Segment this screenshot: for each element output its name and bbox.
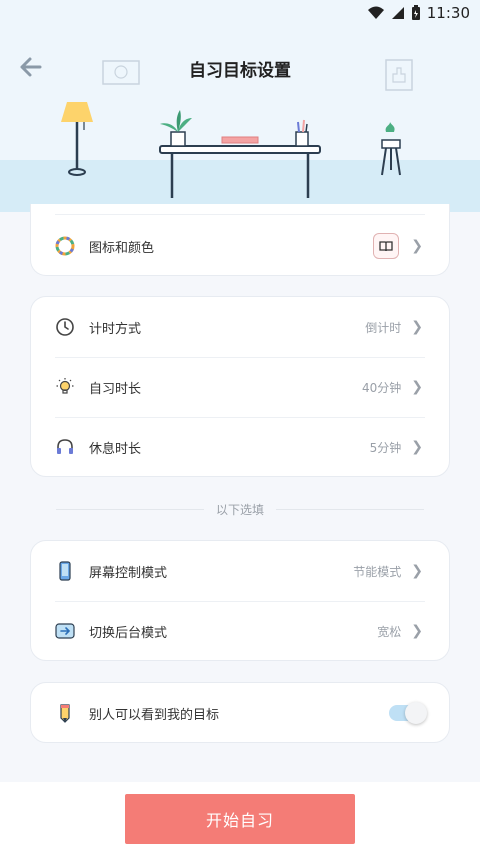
screen-control-label: 屏幕控制模式 (89, 565, 168, 581)
icon-color-card: 图标和颜色 ❯ (30, 204, 450, 276)
break-duration-label: 休息时长 (89, 441, 142, 457)
chevron-right-icon: ❯ (411, 439, 423, 455)
battery-icon (411, 5, 420, 20)
timer-settings-card: 计时方式 倒计时 ❯ 自习时长 40分钟 ❯ 休息时长 5分钟 ❯ (30, 296, 450, 477)
chevron-right-icon: ❯ (411, 319, 423, 335)
timer-mode-row[interactable]: 计时方式 倒计时 ❯ (31, 297, 449, 357)
screen-control-value: 节能模式 (353, 564, 402, 579)
lightbulb-icon (55, 377, 75, 397)
color-wheel-icon (55, 236, 75, 256)
phone-icon (55, 561, 75, 581)
optional-section-divider: 以下选填 (56, 500, 425, 518)
visibility-toggle[interactable] (389, 702, 427, 724)
background-switch-label: 切换后台模式 (89, 625, 168, 641)
plant-stand-icon (385, 122, 395, 132)
selected-book-icon (373, 233, 400, 259)
book-icon (221, 136, 259, 144)
wifi-icon (367, 6, 384, 19)
timer-mode-label: 计时方式 (89, 321, 142, 337)
page-title: 自习目标设置 (189, 61, 291, 81)
potted-plant-icon (170, 131, 186, 147)
cell-signal-icon (391, 7, 404, 19)
visibility-row: 别人可以看到我的目标 (31, 683, 449, 743)
pencil-cup-icon (295, 131, 309, 147)
mode-settings-card: 屏幕控制模式 节能模式 ❯ 切换后台模式 宽松 ❯ (30, 540, 450, 661)
icon-color-label: 图标和颜色 (89, 240, 155, 256)
icon-color-row[interactable]: 图标和颜色 ❯ (31, 216, 449, 276)
background-switch-row[interactable]: 切换后台模式 宽松 ❯ (31, 601, 449, 661)
card-divider (55, 214, 425, 215)
chevron-right-icon: ❯ (411, 623, 423, 639)
timer-mode-value: 倒计时 (365, 320, 402, 335)
clock-icon (55, 317, 75, 337)
headphones-icon (55, 437, 75, 457)
status-bar: 11:30 (0, 0, 480, 26)
study-duration-row[interactable]: 自习时长 40分钟 ❯ (31, 357, 449, 417)
break-duration-value: 5分钟 (369, 440, 402, 455)
pencil-icon (55, 703, 75, 723)
background-switch-value: 宽松 (377, 624, 402, 639)
toggle-knob (405, 702, 427, 724)
header-illustration (0, 0, 480, 212)
bottom-bar: 开始自习 (0, 782, 480, 853)
study-duration-value: 40分钟 (361, 380, 402, 395)
status-time: 11:30 (426, 4, 470, 22)
study-duration-label: 自习时长 (89, 381, 142, 397)
break-duration-row[interactable]: 休息时长 5分钟 ❯ (31, 417, 449, 477)
chevron-right-icon: ❯ (411, 238, 423, 254)
visibility-card: 别人可以看到我的目标 (30, 682, 450, 743)
optional-section-label: 以下选填 (216, 502, 265, 517)
chevron-right-icon: ❯ (411, 379, 423, 395)
switch-app-icon (55, 621, 75, 641)
visibility-label: 别人可以看到我的目标 (89, 707, 220, 723)
desk-icon (159, 145, 321, 154)
start-study-button[interactable]: 开始自习 (125, 794, 355, 844)
study-room-illustration (61, 59, 413, 198)
chevron-right-icon: ❯ (411, 563, 423, 579)
lamp-shade-icon (61, 102, 93, 122)
screen-control-row[interactable]: 屏幕控制模式 节能模式 ❯ (31, 541, 449, 601)
